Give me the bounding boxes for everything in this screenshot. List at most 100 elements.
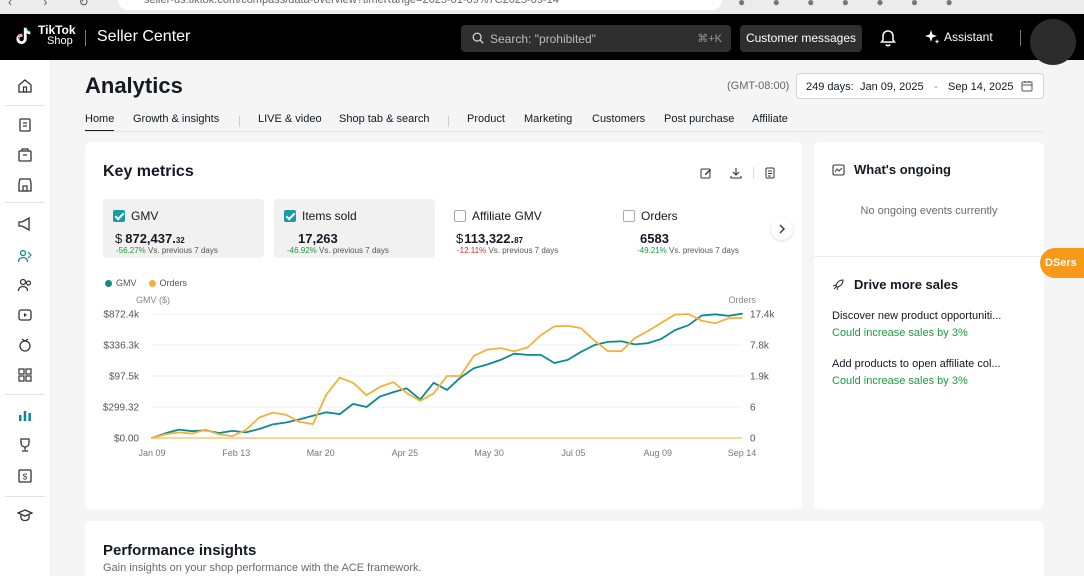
metric-affiliate-gmv[interactable]: Affiliate GMV $113,322.87 -12.11% Vs. pr… bbox=[444, 199, 605, 258]
metric-gmv[interactable]: GMV $872,437.32 -56.27% Vs. previous 7 d… bbox=[103, 199, 264, 258]
metric-change: -49.21% Vs. previous 7 days bbox=[637, 246, 739, 255]
sidebar: $ bbox=[0, 60, 51, 576]
tab-product[interactable]: Product bbox=[467, 113, 505, 125]
tab-marketing[interactable]: Marketing bbox=[524, 113, 572, 125]
edit-icon[interactable] bbox=[700, 167, 712, 179]
customers-icon[interactable] bbox=[17, 277, 33, 293]
search-icon bbox=[472, 32, 484, 44]
trophy-icon[interactable] bbox=[17, 437, 33, 453]
shop-icon[interactable] bbox=[17, 177, 33, 193]
affiliate-gmv-checkbox[interactable] bbox=[454, 210, 466, 222]
assistant-label: Assistant bbox=[944, 30, 993, 44]
y-right-tick-label: 1.9k bbox=[750, 372, 770, 383]
metric-number: 113,322. bbox=[464, 231, 515, 246]
next-metrics-button[interactable] bbox=[771, 218, 793, 240]
x-tick-label: Jul 05 bbox=[561, 448, 585, 458]
drive-sales-item[interactable]: Add products to open affiliate col... Co… bbox=[832, 358, 1032, 387]
toolbar-divider bbox=[753, 167, 754, 179]
metric-value: 17,263 bbox=[298, 231, 338, 246]
live-icon[interactable] bbox=[17, 307, 33, 323]
x-tick-label: Apr 25 bbox=[392, 448, 419, 458]
x-tick-label: Mar 20 bbox=[307, 448, 335, 458]
x-tick-label: Aug 09 bbox=[643, 448, 672, 458]
legend-item-orders[interactable]: Orders bbox=[148, 278, 187, 288]
app-title: Seller Center bbox=[97, 28, 191, 45]
metric-change-percent: -12.11% bbox=[457, 246, 487, 255]
dsers-floating-button[interactable]: DSers bbox=[1040, 248, 1084, 278]
metric-change-percent: -49.21% bbox=[637, 246, 667, 255]
page-title: Analytics bbox=[85, 73, 183, 98]
finance-icon[interactable]: $ bbox=[17, 468, 33, 484]
whats-ongoing-header: What's ongoing bbox=[832, 162, 951, 177]
metric-change-percent: -56.27% bbox=[116, 246, 146, 255]
metric-label: Affiliate GMV bbox=[472, 209, 542, 223]
metric-orders[interactable]: Orders 6583 -49.21% Vs. previous 7 days bbox=[613, 199, 774, 258]
metric-number: 6583 bbox=[640, 231, 669, 246]
x-tick-label: Jan 09 bbox=[138, 448, 165, 458]
legend-label: GMV bbox=[116, 278, 137, 288]
metric-currency: $ bbox=[456, 231, 464, 246]
sidebar-divider bbox=[5, 496, 45, 497]
assistant-button[interactable]: Assistant bbox=[924, 29, 993, 45]
affiliate-icon[interactable] bbox=[17, 248, 33, 264]
sidebar-divider bbox=[5, 105, 45, 106]
empty-state-text: No ongoing events currently bbox=[860, 205, 998, 217]
items-sold-checkbox[interactable] bbox=[284, 210, 296, 222]
tab-divider bbox=[448, 116, 449, 127]
growth-icon[interactable] bbox=[17, 337, 33, 353]
y-left-tick-label: $336.3k bbox=[103, 341, 140, 352]
tiktok-logo-icon bbox=[16, 27, 31, 45]
drive-sales-item[interactable]: Discover new product opportuniti... Coul… bbox=[832, 310, 1032, 339]
y-right-tick-label: 6 bbox=[750, 403, 756, 414]
report-icon[interactable] bbox=[764, 167, 776, 179]
tab-home[interactable]: Home bbox=[85, 113, 115, 132]
avatar[interactable] bbox=[1030, 19, 1076, 65]
tab-live-video[interactable]: LIVE & video bbox=[258, 113, 322, 125]
download-icon[interactable] bbox=[730, 167, 742, 179]
legend-item-gmv[interactable]: GMV bbox=[105, 278, 137, 288]
analytics-icon[interactable] bbox=[17, 407, 33, 423]
date-range-start[interactable]: Jan 09, 2025 bbox=[860, 81, 924, 93]
orders-checkbox[interactable] bbox=[623, 210, 635, 222]
search-input[interactable]: Search: "prohibited" ⌘+K bbox=[461, 25, 731, 52]
x-tick-label: May 30 bbox=[474, 448, 504, 458]
tab-growth-insights[interactable]: Growth & insights bbox=[133, 113, 219, 125]
timezone-label: (GMT-08:00) bbox=[727, 80, 790, 92]
academy-icon[interactable] bbox=[17, 507, 33, 523]
megaphone-icon[interactable] bbox=[17, 216, 33, 232]
svg-text:$: $ bbox=[23, 473, 28, 482]
gmv-checkbox[interactable] bbox=[113, 210, 125, 222]
customer-messages-button[interactable]: Customer messages bbox=[740, 25, 862, 52]
tab-divider bbox=[239, 116, 240, 127]
home-icon[interactable] bbox=[17, 78, 33, 94]
tabs-underline bbox=[85, 131, 1044, 132]
drive-sales-title: Drive more sales bbox=[854, 277, 959, 292]
metric-label: Items sold bbox=[302, 209, 357, 223]
drive-sales-item-title[interactable]: Add products to open affiliate col... bbox=[832, 358, 1032, 370]
apps-grid-icon[interactable] bbox=[17, 367, 33, 383]
tab-customers[interactable]: Customers bbox=[592, 113, 645, 125]
orders-icon[interactable] bbox=[17, 117, 33, 133]
tab-shop-tab-search[interactable]: Shop tab & search bbox=[339, 113, 430, 125]
date-range-picker[interactable]: 249 days: Jan 09, 2025 - Sep 14, 2025 bbox=[796, 73, 1044, 99]
tiktok-shop-logo[interactable]: TikTok Shop bbox=[12, 24, 78, 47]
metric-decimals: 32 bbox=[175, 236, 185, 245]
gmv-orders-line-chart[interactable]: GMV ($) Orders $872.4k 17.4k $336.3k 7.8k $97.… bbox=[85, 292, 802, 462]
date-range-separator: - bbox=[934, 81, 938, 93]
date-range-end[interactable]: Sep 14, 2025 bbox=[948, 81, 1013, 93]
metric-change-percent: -46.92% bbox=[287, 246, 317, 255]
metric-label: Orders bbox=[641, 209, 678, 223]
address-bar[interactable]: seller-us.tiktok.com/compass/data-overvi… bbox=[118, 0, 722, 10]
products-icon[interactable] bbox=[17, 147, 33, 163]
browser-extension-icons[interactable]: ● ● ● ● ● ● ● bbox=[738, 0, 965, 9]
header-divider bbox=[1020, 30, 1021, 46]
tab-post-purchase[interactable]: Post purchase bbox=[664, 113, 734, 125]
calendar-event-icon bbox=[832, 164, 845, 176]
metric-change: -56.27% Vs. previous 7 days bbox=[116, 246, 218, 255]
drive-sales-item-title[interactable]: Discover new product opportuniti... bbox=[832, 310, 1032, 322]
notification-bell-icon[interactable] bbox=[879, 29, 897, 47]
metric-items-sold[interactable]: Items sold 17,263 -46.92% Vs. previous 7… bbox=[274, 199, 435, 258]
y-left-tick-label: $0.00 bbox=[114, 434, 139, 445]
tab-affiliate[interactable]: Affiliate bbox=[752, 113, 788, 125]
metric-number: 17,263 bbox=[298, 231, 338, 246]
